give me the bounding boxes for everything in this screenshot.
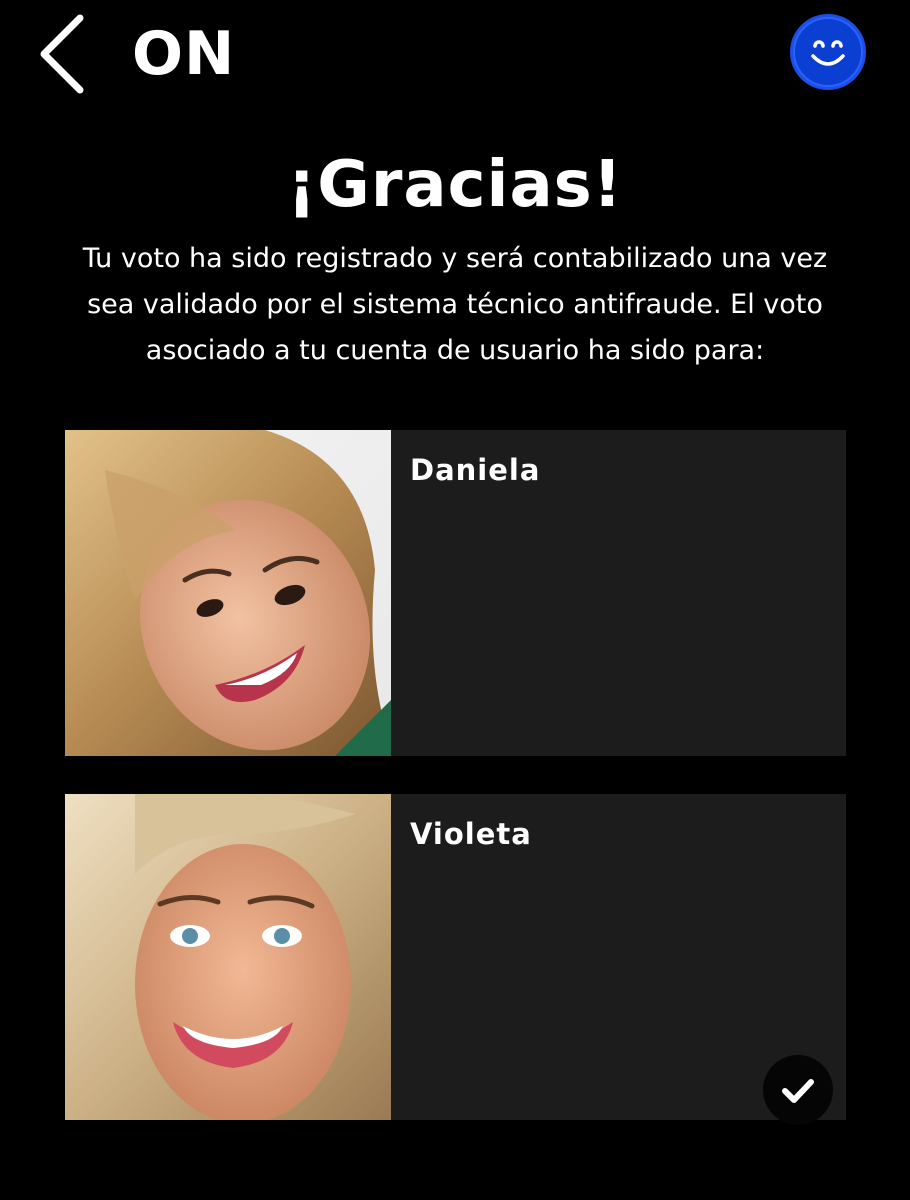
message-line: Tu voto ha sido registrado y será contab… (82, 243, 828, 274)
chevron-left-icon (40, 14, 84, 94)
confirmation-message: Tu voto ha sido registrado y será contab… (40, 236, 870, 374)
candidate-name: Violeta (410, 817, 532, 851)
candidate-photo (65, 430, 391, 756)
brand-logo: ON (132, 19, 236, 89)
candidate-card-daniela[interactable]: Daniela (65, 430, 846, 756)
page-title: ¡Gracias! (287, 148, 623, 222)
candidate-card-violeta[interactable]: Violeta (65, 794, 846, 1125)
message-line: asociado a tu cuenta de usuario ha sido … (145, 335, 765, 366)
candidate-name: Daniela (410, 453, 541, 487)
checkmark-icon (782, 1079, 814, 1103)
message-line: sea validado por el sistema técnico anti… (87, 289, 823, 320)
smiley-face-icon (793, 17, 863, 87)
profile-button[interactable] (786, 10, 870, 94)
top-bar: ON (0, 0, 910, 110)
selected-badge (763, 1055, 833, 1125)
back-button[interactable] (28, 10, 98, 100)
candidate-photo (65, 794, 391, 1120)
